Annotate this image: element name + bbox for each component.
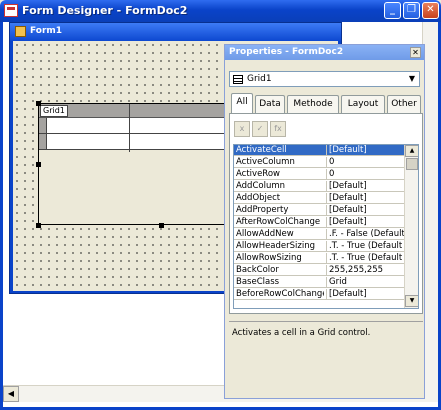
tab-other[interactable]: Other <box>387 95 421 113</box>
resize-handle[interactable] <box>36 162 41 167</box>
minimize-button[interactable]: _ <box>384 2 401 19</box>
grid-caption: Grid1 <box>40 105 68 117</box>
property-row[interactable]: AddColumn [Default] <box>234 181 404 192</box>
scroll-thumb[interactable] <box>406 158 418 170</box>
resize-handle[interactable] <box>36 223 41 228</box>
row-selector[interactable] <box>39 134 47 149</box>
property-description: Activates a cell in a Grid control. <box>229 321 423 395</box>
property-row[interactable]: BackColor 255,255,255 <box>234 265 404 276</box>
tab-all[interactable]: All <box>231 93 253 114</box>
property-row[interactable]: AllowHeaderSizing .T. - True (Default <box>234 241 404 252</box>
cancel-edit-button[interactable]: x <box>234 121 250 137</box>
property-row[interactable]: BeforeRowColChange [Default] <box>234 289 404 300</box>
scroll-left-button[interactable]: ◀ <box>3 386 19 402</box>
function-button[interactable]: fx <box>270 121 286 137</box>
object-select-value: Grid1 <box>247 74 272 84</box>
properties-tabs: All Data Methode Layout Other <box>229 93 423 114</box>
description-text: Activates a cell in a Grid control. <box>232 328 371 338</box>
object-select[interactable]: Grid1 ▼ <box>229 71 420 87</box>
property-row[interactable]: ActiveRow 0 <box>234 169 404 180</box>
close-button[interactable]: ✕ <box>422 2 439 19</box>
properties-close-button[interactable]: ✕ <box>410 47 421 58</box>
row-selector[interactable] <box>39 118 47 133</box>
property-row[interactable]: BaseClass Grid <box>234 277 404 288</box>
app-icon <box>4 4 18 17</box>
resize-handle[interactable] <box>159 223 164 228</box>
form-title: Form1 <box>30 26 63 36</box>
form-icon <box>15 26 26 37</box>
column-divider <box>129 104 130 152</box>
window-title: Form Designer - FormDoc2 <box>22 4 188 17</box>
properties-title: Properties - FormDoc2 <box>229 47 344 57</box>
scroll-up-icon[interactable]: ▲ <box>405 145 418 157</box>
property-list[interactable]: ActivateCell [Default] ActiveColumn 0 Acti… <box>233 144 419 309</box>
form-titlebar: Form1 <box>10 23 341 41</box>
properties-window[interactable]: Properties - FormDoc2 ✕ Grid1 ▼ All Data… <box>224 44 425 399</box>
property-row[interactable]: ActivateCell [Default] <box>234 145 404 156</box>
property-row[interactable]: AddObject [Default] <box>234 193 404 204</box>
property-row[interactable]: AfterRowColChange [Default] <box>234 217 404 228</box>
properties-titlebar: Properties - FormDoc2 ✕ <box>225 45 424 60</box>
accept-edit-button[interactable]: ✓ <box>252 121 268 137</box>
property-row[interactable]: AllowAddNew .F. - False (Default <box>234 229 404 240</box>
tab-layout[interactable]: Layout <box>341 95 385 113</box>
resize-handle[interactable] <box>36 101 41 106</box>
dropdown-arrow-icon[interactable]: ▼ <box>405 72 419 86</box>
tab-data[interactable]: Data <box>255 95 285 113</box>
grid-icon <box>233 75 243 84</box>
property-row[interactable]: AddProperty [Default] <box>234 205 404 216</box>
tab-methods[interactable]: Methode <box>287 95 339 113</box>
properties-panel: x ✓ fx ActivateCell [Default] ActiveColum… <box>229 113 423 314</box>
restore-button[interactable]: ❐ <box>403 2 420 19</box>
main-titlebar: Form Designer - FormDoc2 _ ❐ ✕ <box>0 0 441 22</box>
property-row[interactable]: AllowRowSizing .T. - True (Default <box>234 253 404 264</box>
scroll-down-icon[interactable]: ▼ <box>405 295 418 307</box>
property-list-scrollbar[interactable]: ▲ ▼ <box>404 145 418 308</box>
property-row[interactable]: ActiveColumn 0 <box>234 157 404 168</box>
